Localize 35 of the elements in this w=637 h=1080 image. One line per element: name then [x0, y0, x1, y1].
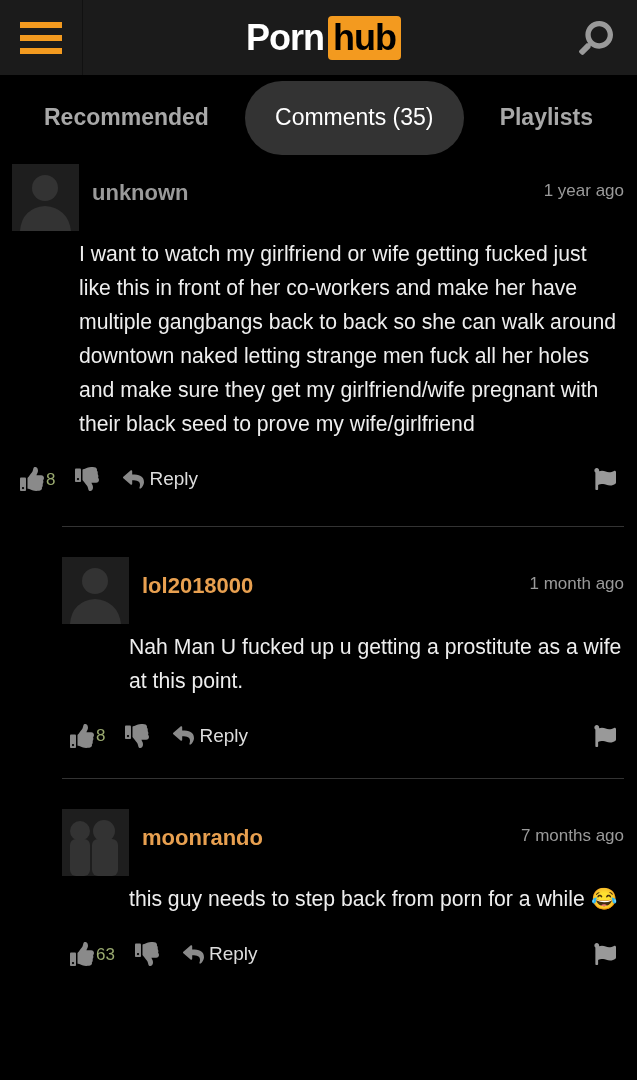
reply-button[interactable]: Reply	[123, 465, 199, 494]
thumbs-up-icon[interactable]	[70, 723, 94, 748]
comment-text: this guy needs to step back from porn for a while 😂	[128, 886, 618, 913]
thumbs-down-icon[interactable]	[125, 723, 150, 748]
logo-text: Porn	[246, 15, 324, 60]
like-count: 63	[96, 943, 115, 966]
reply-button[interactable]: Reply	[173, 721, 249, 750]
tab[interactable]: Playlists	[487, 80, 605, 155]
flag-icon[interactable]	[594, 943, 616, 966]
thumbs-up-icon[interactable]	[70, 942, 94, 967]
username[interactable]: lol2018000	[142, 568, 254, 602]
thumbs-up-icon[interactable]	[20, 467, 44, 492]
reply-icon	[123, 468, 145, 490]
username[interactable]: unknown	[92, 176, 189, 209]
thumbs-down-icon[interactable]	[134, 942, 159, 967]
flag-icon[interactable]	[594, 724, 616, 747]
logo[interactable]: Porn hub	[93, 10, 554, 65]
comment-time: 7 months ago	[521, 825, 624, 847]
flag-icon[interactable]	[594, 468, 616, 491]
search-icon[interactable]	[578, 20, 613, 55]
reply-icon	[182, 943, 204, 965]
comment-text: Nah Man U fucked up u getting a prostitute as a wife at this point.	[128, 633, 623, 695]
tab[interactable]: Recommended	[32, 80, 221, 155]
like-count: 8	[46, 468, 56, 491]
tab[interactable]: Comments (35)	[245, 80, 464, 155]
thumbs-down-icon[interactable]	[75, 467, 100, 492]
reply-button[interactable]: Reply	[182, 940, 258, 969]
logo-badge: hub	[328, 15, 401, 60]
comment-text: I want to watch my girlfriend or wife getting fucked just like this in front of her co-workers and make her have multiple gangbangs back to back so she can walk around downtown naked letting strange men fuck all her holes and make sure they get my girlfriend/wife pregnant with their black seed to prove my wife/girlfriend	[78, 241, 618, 438]
reply-icon	[173, 725, 195, 747]
comment-time: 1 year ago	[543, 180, 624, 202]
like-count: 8	[96, 725, 106, 747]
menu-icon[interactable]	[20, 21, 62, 54]
comment-time: 1 month ago	[529, 572, 624, 595]
username[interactable]: moonrando	[142, 821, 263, 854]
